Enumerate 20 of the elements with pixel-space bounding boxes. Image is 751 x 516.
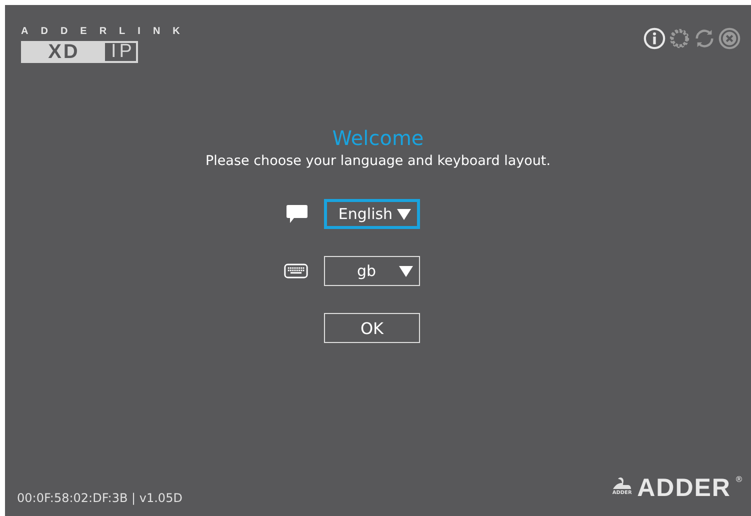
instruction-text: Please choose your language and keyboard layout. — [205, 152, 551, 170]
caret-icon — [397, 208, 411, 220]
close-icon — [718, 27, 741, 50]
registered-mark: ® — [735, 475, 743, 484]
info-button[interactable] — [643, 27, 666, 50]
keyboard-dropdown[interactable]: gb — [324, 256, 420, 286]
info-icon — [643, 27, 666, 50]
swan-icon — [611, 475, 634, 491]
logo: XD IP — [21, 41, 138, 63]
keyboard-icon — [284, 263, 308, 279]
caret-icon — [399, 266, 413, 276]
language-dropdown[interactable]: English — [324, 199, 420, 229]
ok-button[interactable]: OK — [324, 313, 420, 343]
brand-logo-text: ADDER — [637, 475, 731, 501]
gear-icon — [668, 27, 691, 50]
speech-bubble-icon — [286, 204, 308, 224]
welcome-title: Welcome — [332, 126, 424, 150]
status-text: 00:0F:58:02:DF:3B | v1.05D — [17, 491, 182, 505]
refresh-icon — [693, 27, 716, 50]
logo-text: ADDERLINK — [21, 27, 192, 37]
